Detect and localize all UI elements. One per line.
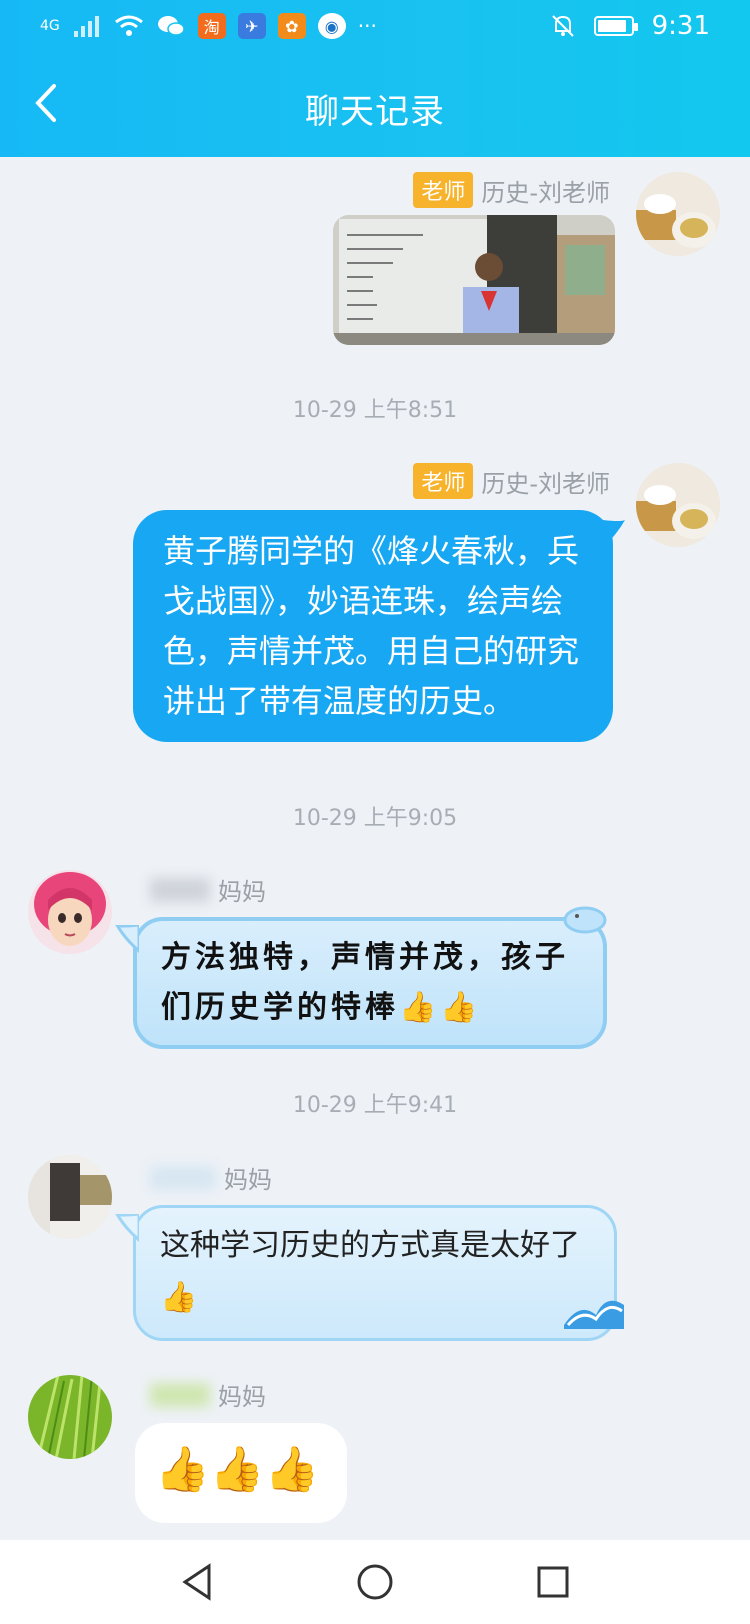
message-text: 黄子腾同学的《烽火春秋，兵戈战国》，妙语连珠，绘声绘色，声情并茂。用自己的研究讲… [163, 532, 580, 720]
message-text: 方法独特，声情并茂，孩子们历史学的特棒👍👍 [161, 940, 569, 1025]
taobao-icon: 淘 [197, 13, 226, 39]
bubble-tail [115, 1214, 139, 1242]
teacher-avatar[interactable] [636, 172, 720, 256]
uc-browser-icon: ✿ [277, 13, 306, 39]
teacher-tag: 老师 [413, 172, 474, 208]
status-bar: 4G 淘 ✈ ✿ ◉ ··· 9:31 [0, 0, 750, 52]
more-notifications: ··· [357, 14, 377, 38]
signal-icon [73, 16, 99, 37]
sender-line-5: 妈妈 [150, 1377, 266, 1412]
sender-line-4: 妈妈 [150, 1160, 272, 1195]
back-nav-icon[interactable] [179, 1562, 215, 1602]
sender-name: 历史-刘老师 [481, 469, 610, 498]
sender-name: 妈妈 [218, 1383, 266, 1411]
page-title: 聊天记录 [305, 92, 445, 132]
bubble-tail [115, 925, 139, 953]
teacher-avatar[interactable] [636, 463, 720, 547]
message-bubble[interactable]: 这种学习历史的方式真是太好了👍 [133, 1205, 617, 1341]
clock: 9:31 [651, 11, 710, 41]
battery-icon [593, 16, 638, 36]
app-header: 4G 淘 ✈ ✿ ◉ ··· 9:31 聊天记录 [0, 0, 750, 157]
system-nav-bar [0, 1540, 750, 1624]
plane-app-icon: ✈ [237, 13, 266, 39]
timestamp: 10-29 上午8:51 [292, 398, 458, 423]
wechat-icon [157, 16, 185, 36]
network-label: 4G [40, 18, 60, 34]
message-bubble[interactable]: 方法独特，声情并茂，孩子们历史学的特棒👍👍 [133, 917, 607, 1049]
timestamp: 10-29 上午9:41 [292, 1093, 458, 1118]
home-nav-icon[interactable] [355, 1562, 395, 1602]
message-bubble[interactable]: 黄子腾同学的《烽火春秋，兵戈战国》，妙语连珠，绘声绘色，声情并茂。用自己的研究讲… [133, 510, 613, 742]
recents-nav-icon[interactable] [535, 1564, 571, 1600]
wifi-icon [114, 15, 143, 36]
sender-line-3: 妈妈 [150, 872, 266, 907]
blurred-name [150, 1165, 216, 1190]
wave-decoration-icon [564, 1300, 624, 1329]
sender-name: 妈妈 [224, 1166, 272, 1194]
sender-name: 历史-刘老师 [481, 178, 610, 207]
message-bubble[interactable]: 👍👍👍 [135, 1423, 347, 1523]
sender-line-1: 老师 历史-刘老师 [413, 172, 610, 208]
blurred-name [150, 877, 210, 902]
parent-avatar[interactable] [28, 1375, 112, 1459]
sender-line-2: 老师 历史-刘老师 [413, 463, 610, 499]
timestamp: 10-29 上午9:05 [292, 806, 458, 831]
sender-name: 妈妈 [218, 878, 266, 906]
message-text: 这种学习历史的方式真是太好了👍 [160, 1228, 580, 1315]
bell-off-icon [551, 15, 574, 37]
browser-icon: ◉ [317, 13, 346, 39]
shared-photo[interactable] [333, 215, 615, 345]
parent-avatar[interactable] [28, 1155, 112, 1239]
message-text: 👍👍👍 [155, 1444, 320, 1495]
blurred-name [150, 1382, 210, 1407]
teacher-tag: 老师 [413, 463, 474, 499]
pig-decoration-icon [563, 906, 607, 934]
parent-avatar[interactable] [28, 870, 112, 954]
bubble-tail [603, 520, 625, 548]
